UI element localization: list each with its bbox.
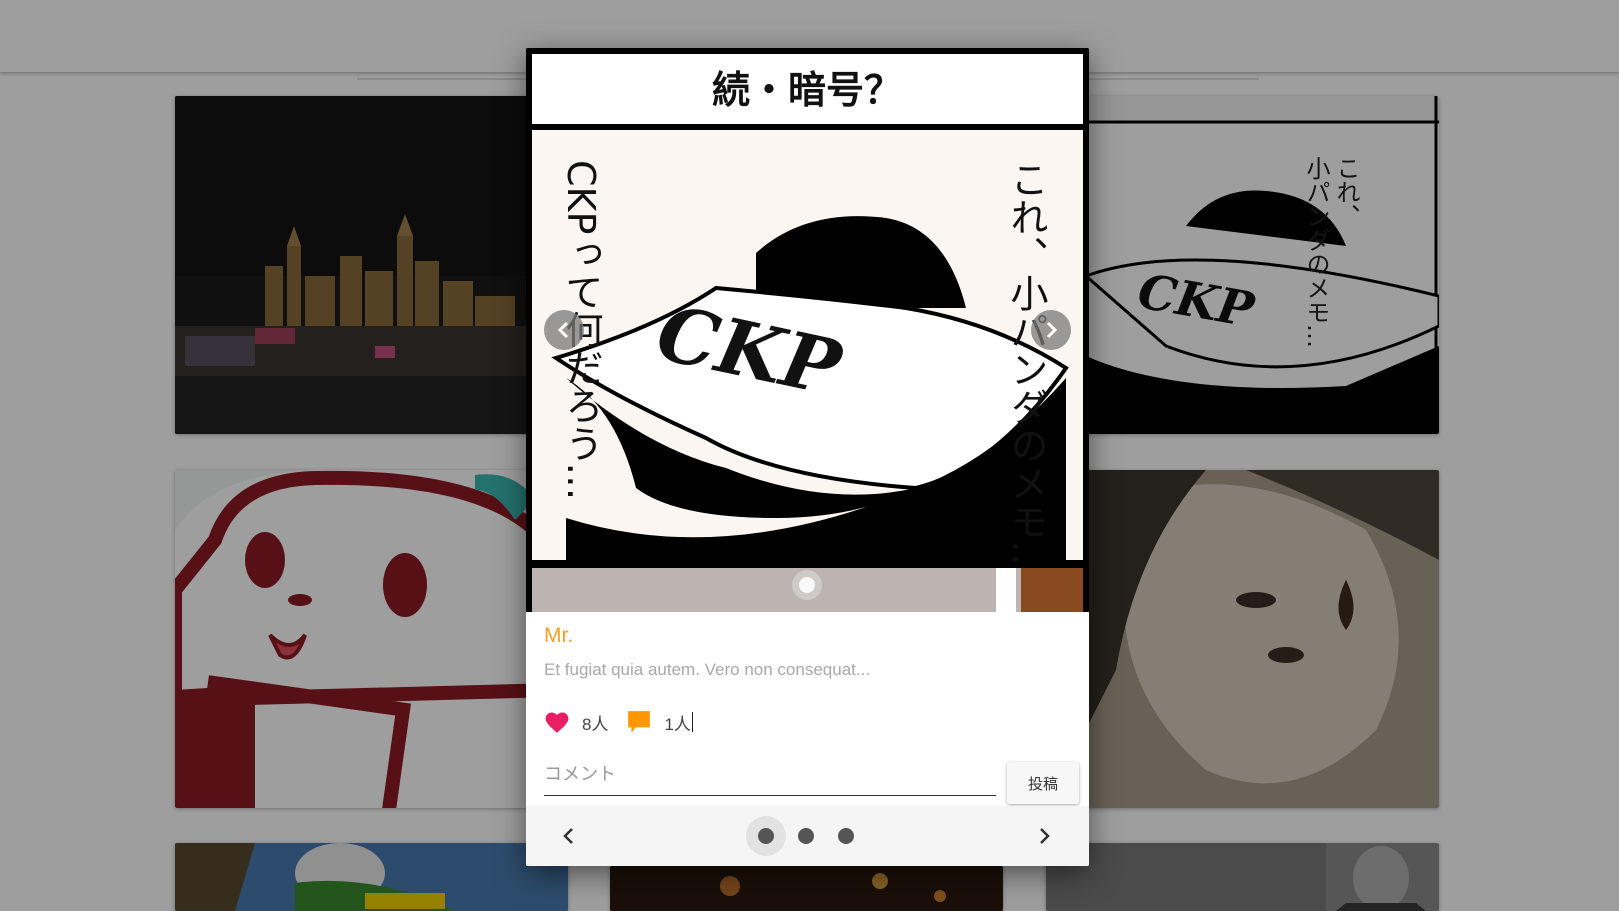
pager-dot-1[interactable]	[746, 816, 786, 856]
prev-post-button[interactable]	[556, 823, 582, 849]
pager-dot-3[interactable]	[826, 816, 866, 856]
chevron-right-icon	[1040, 828, 1050, 844]
gallery-tile-street[interactable]	[1046, 843, 1439, 911]
post-stats: 8人 1人	[544, 707, 693, 737]
lights-image	[610, 866, 1003, 911]
pager-dot-2[interactable]	[786, 816, 826, 856]
city-night-image	[175, 96, 568, 434]
street-image	[1046, 843, 1439, 911]
comic-speech-right: これ、小パンダのメモ…	[1004, 160, 1048, 578]
post-pager	[746, 816, 866, 856]
comment-count: 1人	[664, 714, 691, 734]
comment-field[interactable]	[544, 757, 996, 796]
comic-title: 続・暗号？	[712, 68, 902, 112]
comic-thumb-image: CKP 小パンダのメモ… これ、	[1046, 96, 1439, 434]
like-count: 8人	[582, 714, 609, 734]
gallery-tile-city-night[interactable]	[175, 96, 568, 434]
heart-icon[interactable]	[544, 710, 570, 734]
author-name[interactable]: Mr.	[544, 624, 573, 648]
carousel-indicator[interactable]	[792, 570, 822, 600]
image-carousel: 続・暗号？ CKP これ、小パンダのメモ… CKPって何だろう…	[526, 48, 1089, 612]
carousel-prev-button[interactable]	[544, 310, 584, 350]
svg-text:CKP: CKP	[1134, 263, 1260, 339]
gallery-tile-lights[interactable]	[610, 866, 1003, 911]
comment-input[interactable]	[544, 757, 996, 791]
post-description: Et fugiat quia autem. Vero non consequat…	[544, 660, 871, 679]
dialog-footer	[526, 806, 1089, 866]
comment-icon[interactable]	[626, 709, 652, 735]
svg-text:小パンダのメモ…: 小パンダのメモ…	[1302, 156, 1330, 348]
gallery-tile-cyclist[interactable]	[175, 843, 568, 911]
gallery-tile-portrait[interactable]	[1046, 470, 1439, 808]
next-post-button[interactable]	[1031, 823, 1057, 849]
text-cursor	[691, 712, 693, 732]
panda-image	[175, 470, 568, 808]
submit-comment-button[interactable]: 投稿	[1007, 762, 1079, 804]
chevron-right-icon	[1046, 321, 1058, 339]
portrait-image	[1046, 470, 1439, 808]
post-detail-dialog: 続・暗号？ CKP これ、小パンダのメモ… CKPって何だろう… Mr. E	[526, 48, 1089, 866]
chevron-left-icon	[557, 321, 569, 339]
comic-image: 続・暗号？ CKP これ、小パンダのメモ… CKPって何だろう…	[526, 48, 1089, 612]
chevron-left-icon	[563, 828, 573, 844]
carousel-next-button[interactable]	[1031, 310, 1071, 350]
gallery-tile-comic[interactable]: CKP 小パンダのメモ… これ、	[1046, 96, 1439, 434]
gallery-tile-panda[interactable]	[175, 470, 568, 808]
cyclist-image	[175, 843, 568, 911]
svg-text:これ、: これ、	[1332, 156, 1360, 228]
